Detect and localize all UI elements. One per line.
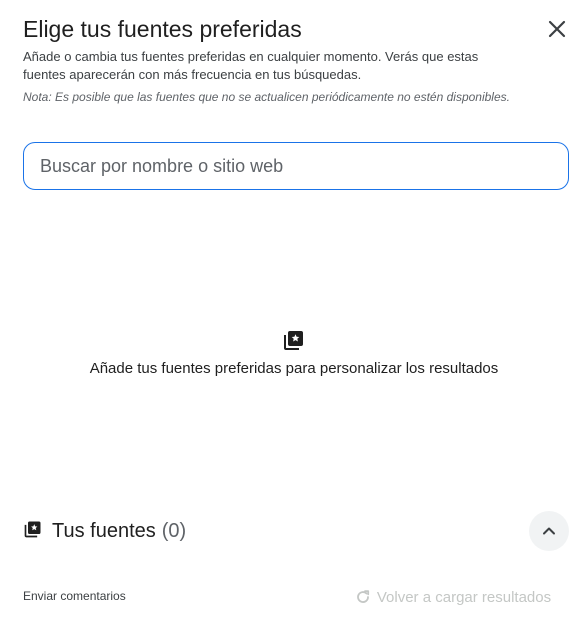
starred-sources-icon [23,519,43,544]
your-sources-header: Tus fuentes (0) [23,516,186,546]
chevron-up-icon [543,527,555,535]
dialog-title: Elige tus fuentes preferidas [23,16,302,42]
reload-results-label: Volver a cargar resultados [376,588,552,606]
close-button[interactable] [542,14,572,44]
send-feedback-link[interactable]: Enviar comentarios [23,589,126,603]
reload-results-button[interactable]: Volver a cargar resultados [340,581,566,613]
close-icon [548,20,566,38]
preferred-sources-dialog: Elige tus fuentes preferidas Añade o cam… [0,0,588,635]
empty-state-message: Añade tus fuentes preferidas para person… [89,360,499,377]
dialog-note: Nota: Es posible que las fuentes que no … [23,90,510,104]
starred-sources-icon [282,328,306,352]
search-input[interactable] [23,142,569,190]
refresh-icon [357,590,369,603]
collapse-sources-button[interactable] [529,511,569,551]
empty-state: Añade tus fuentes preferidas para person… [0,328,588,379]
your-sources-count: (0) [161,519,187,542]
dialog-description: Añade o cambia tus fuentes preferidas en… [23,49,479,82]
your-sources-label: Tus fuentes [52,519,156,542]
